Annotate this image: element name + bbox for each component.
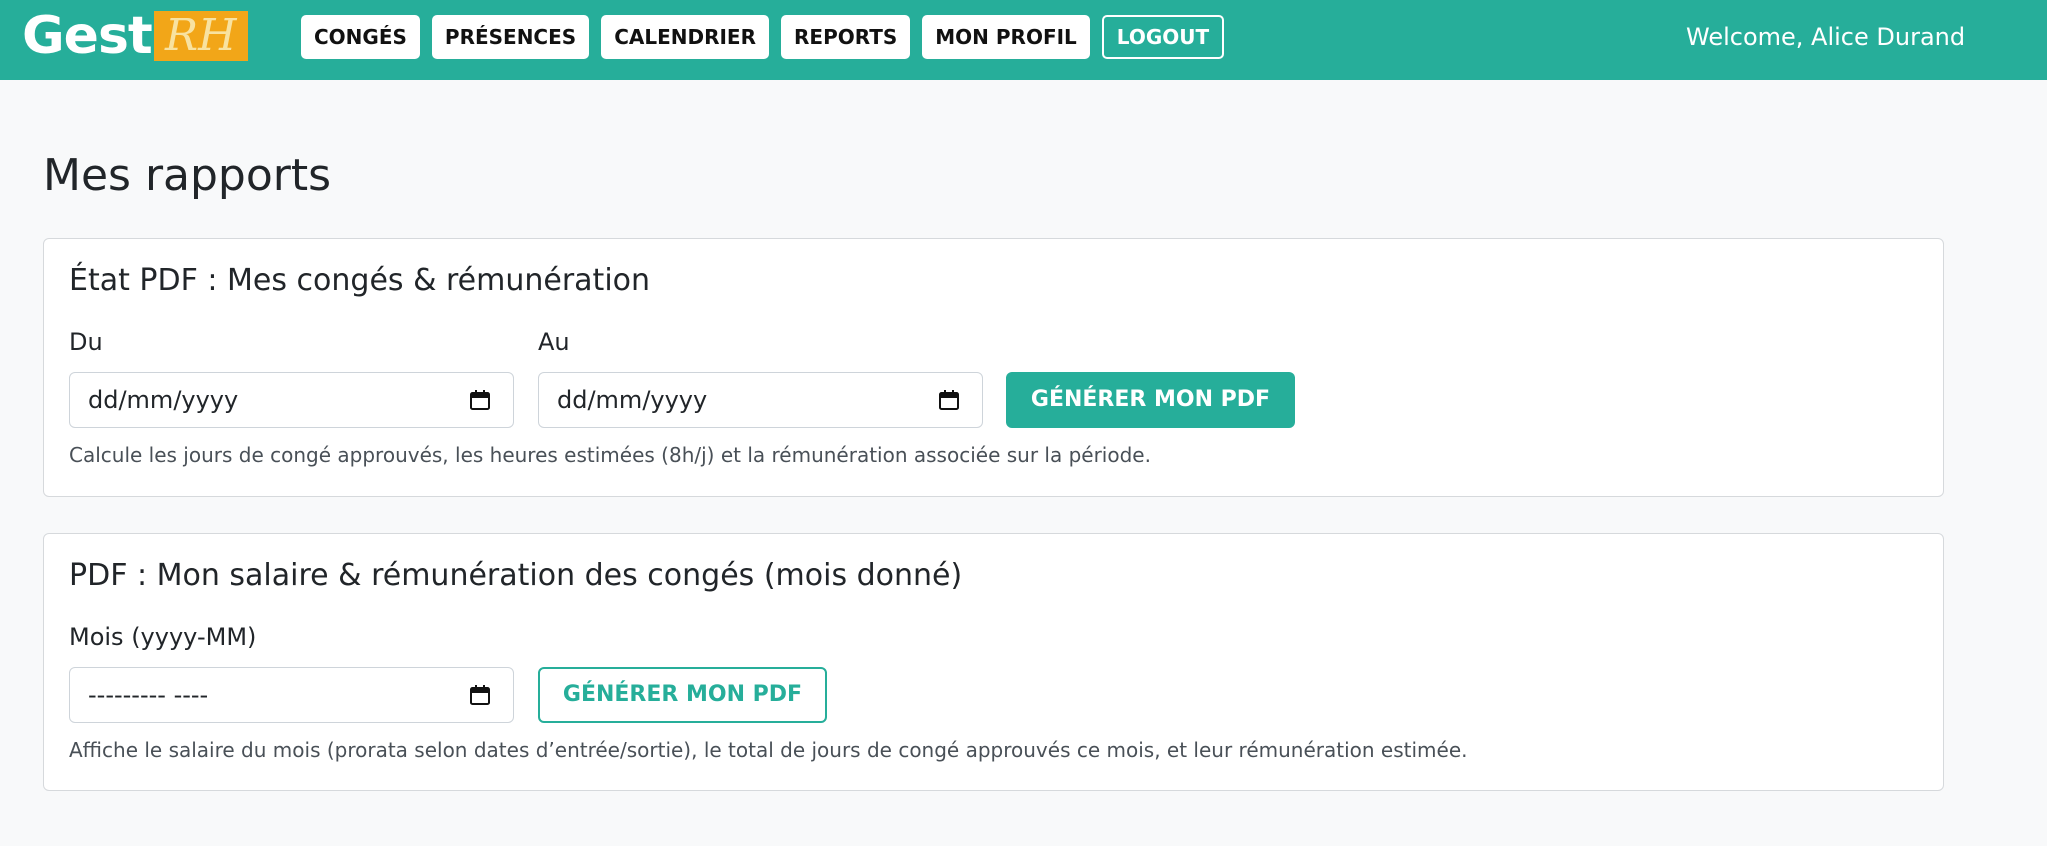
pdf-conges-card: État PDF : Mes congés & rémunération Du … bbox=[43, 238, 1944, 497]
welcome-text: Welcome, Alice Durand bbox=[1686, 23, 1966, 51]
calendar-icon[interactable] bbox=[469, 389, 491, 411]
logo-rh-mark: RH bbox=[153, 11, 248, 61]
nav-mon-profil-button[interactable]: MON PROFIL bbox=[922, 15, 1090, 59]
page-title: Mes rapports bbox=[43, 150, 332, 201]
card-title: PDF : Mon salaire & rémunération des con… bbox=[69, 558, 963, 593]
main-nav: CONGÉS PRÉSENCES CALENDRIER REPORTS MON … bbox=[301, 15, 1225, 59]
to-date-input[interactable]: dd/mm/yyyy bbox=[538, 372, 983, 428]
month-input[interactable]: --------- ---- bbox=[69, 667, 514, 723]
month-label: Mois (yyyy-MM) bbox=[69, 623, 257, 651]
card-help-text: Calcule les jours de congé approuvés, le… bbox=[69, 443, 1151, 467]
generate-pdf-button[interactable]: GÉNÉRER MON PDF bbox=[1006, 372, 1295, 428]
card-help-text: Affiche le salaire du mois (prorata selo… bbox=[69, 738, 1468, 762]
from-date-value: dd/mm/yyyy bbox=[88, 386, 239, 414]
logout-button[interactable]: LOGOUT bbox=[1101, 15, 1225, 59]
nav-calendrier-button[interactable]: CALENDRIER bbox=[601, 15, 769, 59]
pdf-salaire-card: PDF : Mon salaire & rémunération des con… bbox=[43, 533, 1944, 791]
nav-presences-button[interactable]: PRÉSENCES bbox=[431, 15, 590, 59]
calendar-icon[interactable] bbox=[938, 389, 960, 411]
top-navbar: Gest RH CONGÉS PRÉSENCES CALENDRIER REPO… bbox=[0, 0, 2047, 80]
to-date-value: dd/mm/yyyy bbox=[557, 386, 708, 414]
from-date-label: Du bbox=[69, 328, 103, 356]
generate-pdf-button[interactable]: GÉNÉRER MON PDF bbox=[538, 667, 827, 723]
nav-conges-button[interactable]: CONGÉS bbox=[301, 15, 420, 59]
logo-text: Gest bbox=[22, 6, 153, 66]
nav-reports-button[interactable]: REPORTS bbox=[781, 15, 911, 59]
card-title: État PDF : Mes congés & rémunération bbox=[69, 263, 651, 298]
to-date-label: Au bbox=[538, 328, 570, 356]
gestrh-logo[interactable]: Gest RH bbox=[22, 8, 248, 64]
month-value: --------- ---- bbox=[88, 681, 209, 709]
from-date-input[interactable]: dd/mm/yyyy bbox=[69, 372, 514, 428]
calendar-icon[interactable] bbox=[469, 684, 491, 706]
